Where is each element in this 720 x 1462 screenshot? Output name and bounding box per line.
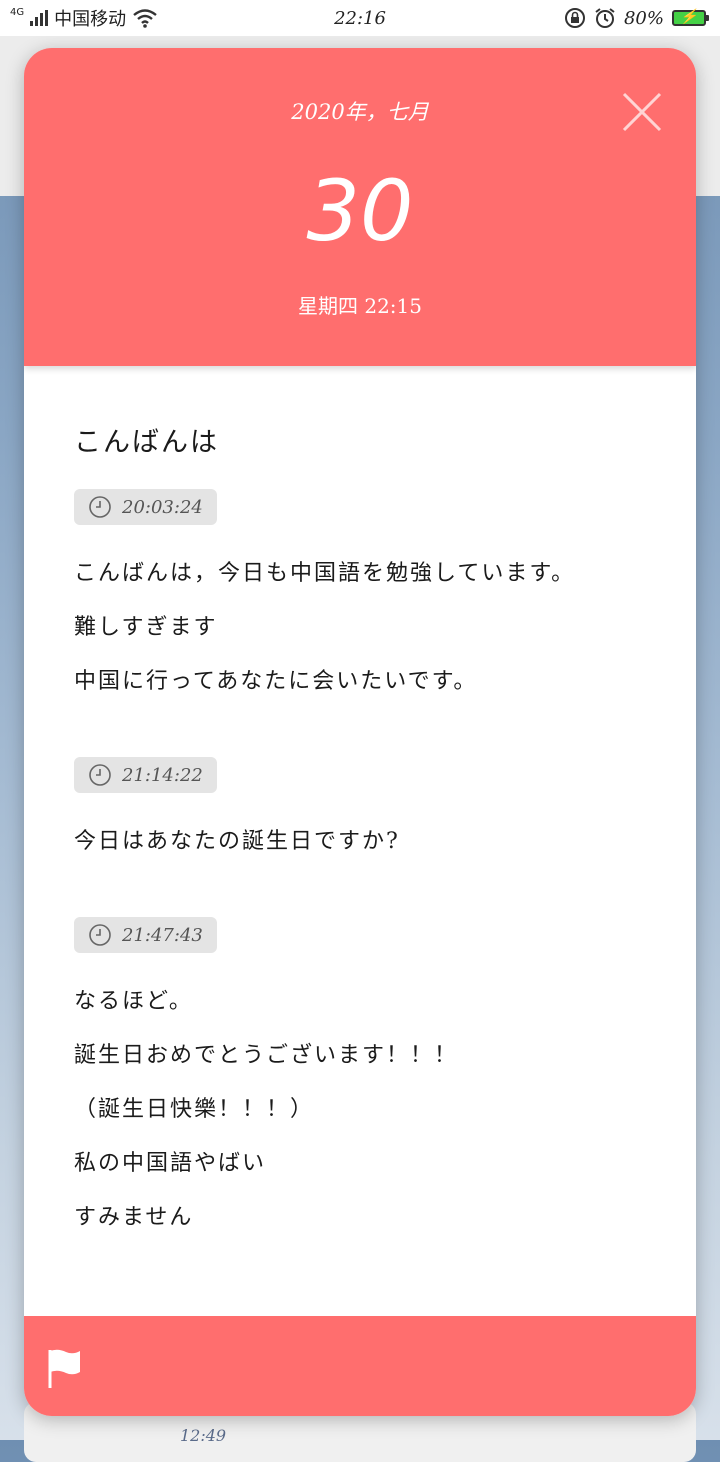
status-right: 80% ⚡: [564, 7, 720, 29]
wifi-icon: [133, 9, 157, 28]
clock-icon: [89, 764, 111, 786]
network-type: 4G: [10, 6, 25, 18]
entry-time: 20:03:24: [122, 496, 203, 518]
time-chip: 21:47:43: [74, 917, 217, 953]
time-chip: 20:03:24: [74, 489, 217, 525]
entry-line: 私の中国語やばい: [74, 1151, 267, 1176]
carrier-name: 中国移动: [54, 9, 127, 30]
dialog-footer: [24, 1316, 696, 1416]
battery-percent: 80%: [623, 7, 664, 29]
entry-title: こんばんは: [74, 427, 219, 458]
diary-entry: 21:14:22 今日はあなたの誕生日ですか?: [74, 757, 646, 869]
alarm-icon: [595, 8, 615, 28]
weekday-time: 星期四 22:15: [298, 294, 422, 318]
rotation-lock-icon: [564, 8, 585, 28]
diary-dialog: 2020年，七月 30 星期四 22:15 こんばんは 20:03:24 こんばん…: [24, 48, 696, 1416]
entry-list: 20:03:24 こんばんは，今日も中国語を勉強しています。 難しすぎます中国に行っ…: [74, 489, 646, 1245]
time-chip: 21:14:22: [74, 757, 217, 793]
entry-line: 難しすぎます: [74, 615, 218, 640]
background-card-time: 12:49: [180, 1426, 227, 1445]
diary-entry: 21:47:43 なるほど。誕生日おめでとうございます！！！ （誕生日快樂！！！） 私…: [74, 917, 646, 1245]
entry-line: なるほど。: [74, 989, 193, 1014]
entry-line: 中国に行ってあなたに会いたいです。: [74, 669, 478, 694]
clock-icon: [89, 924, 111, 946]
entry-line: こんばんは，今日も中国語を勉強しています。: [74, 561, 576, 586]
entry-time: 21:14:22: [122, 764, 203, 786]
entry-line: 誕生日おめでとうございます！！！: [74, 1043, 459, 1068]
diary-entry: 20:03:24 こんばんは，今日も中国語を勉強しています。 難しすぎます中国に行っ…: [74, 489, 646, 709]
status-bar: 4G 中国移动 22:16 80% ⚡: [0, 0, 720, 36]
entry-line: すみません: [74, 1205, 194, 1230]
status-left: 4G 中国移动: [0, 5, 158, 31]
day-number: 30: [306, 162, 414, 260]
dialog-body: こんばんは 20:03:24 こんばんは，今日も中国語を勉強しています。 難しすぎま…: [24, 366, 696, 1245]
close-icon[interactable]: [620, 90, 664, 134]
year-month: 2020年，七月: [291, 100, 429, 124]
entry-line: 今日はあなたの誕生日ですか?: [74, 829, 400, 854]
battery-charging-icon: ⚡: [672, 9, 709, 26]
flag-icon[interactable]: [46, 1348, 82, 1388]
signal-icon: [30, 10, 49, 26]
entry-time: 21:47:43: [122, 924, 203, 946]
entry-line: （誕生日快樂！！！）: [74, 1097, 315, 1122]
dialog-header: 2020年，七月 30 星期四 22:15: [24, 48, 696, 366]
clock-icon: [89, 496, 111, 518]
